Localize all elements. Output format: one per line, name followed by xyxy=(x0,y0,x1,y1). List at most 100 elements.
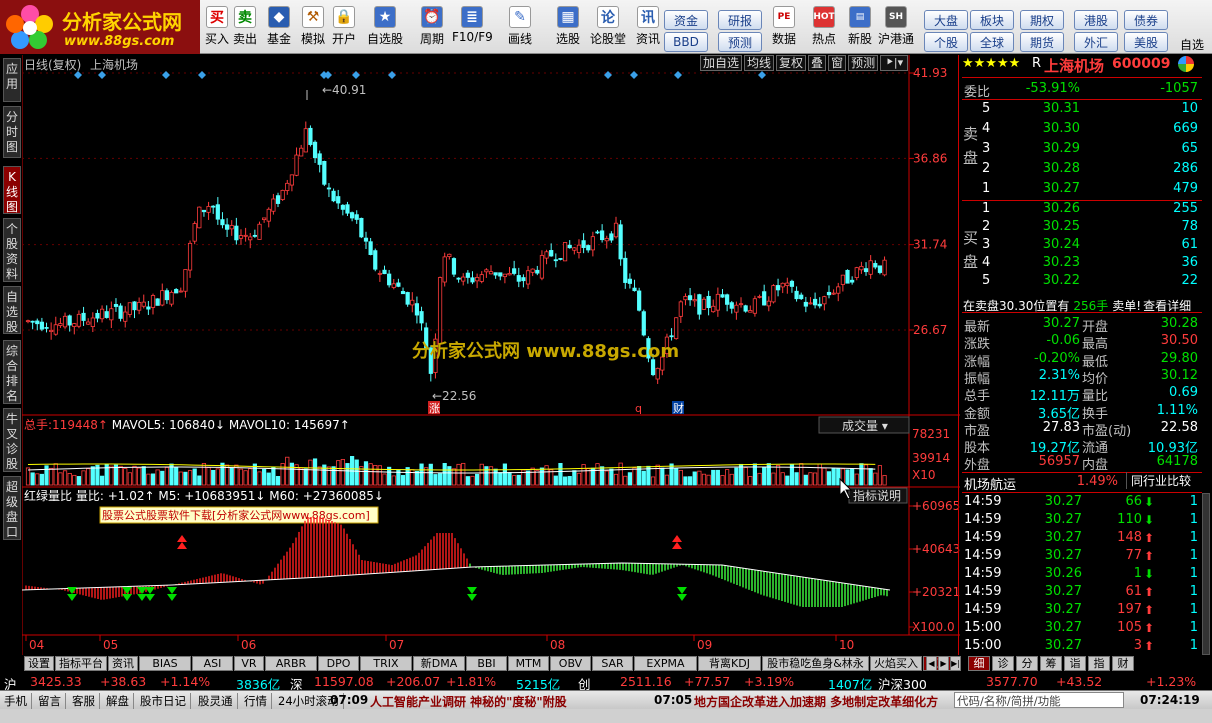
market-pill-3[interactable]: 港股 xyxy=(1074,10,1118,30)
toolbar-shhk-button[interactable]: SH 沪港通 xyxy=(876,4,916,52)
toolbar-screen-button[interactable]: ▦ 选股 xyxy=(548,4,588,52)
toolbar-pill-3[interactable]: 预测 xyxy=(718,32,762,52)
toolbar-pill-0[interactable]: 资金 xyxy=(664,10,708,30)
market-pill-8[interactable]: 外汇 xyxy=(1074,32,1118,52)
shhk-icon: SH xyxy=(885,6,907,28)
chart-btn-5[interactable]: 预测 xyxy=(848,55,879,71)
indicator-tab-6[interactable]: ARBR xyxy=(265,656,317,671)
toolbar-pe-button[interactable]: PE 数据 xyxy=(764,4,804,52)
compare-button[interactable]: 同行业比较 xyxy=(1126,472,1191,489)
indicator-tab-11[interactable]: MTM xyxy=(508,656,549,671)
ticks-scrollbar[interactable] xyxy=(1202,493,1210,655)
market-pill-7[interactable]: 期货 xyxy=(1020,32,1064,52)
indicator-tab-3[interactable]: BIAS xyxy=(139,656,191,671)
notice-detail-link[interactable]: 查看详细 xyxy=(1143,299,1191,313)
indicator-tab-10[interactable]: BBI xyxy=(466,656,507,671)
indicator-tab-4[interactable]: ASI xyxy=(192,656,233,671)
candle-up xyxy=(257,223,262,240)
right-tab-2[interactable]: 分 xyxy=(1016,656,1038,671)
globe-icon[interactable] xyxy=(1178,56,1194,72)
candle-up xyxy=(299,147,304,157)
toolbar-sell-button[interactable]: 卖卖出 xyxy=(230,4,260,52)
toolbar-news-button[interactable]: 讯资讯 xyxy=(628,4,668,52)
left-tab-0[interactable]: 应用 xyxy=(3,58,21,102)
indicator-tab-8[interactable]: TRIX xyxy=(360,656,412,671)
chart-btn-2[interactable]: 复权 xyxy=(776,55,807,71)
quick-link-0[interactable]: 手机 xyxy=(4,693,32,709)
chart-btn-1[interactable]: 均线 xyxy=(744,55,775,71)
toolbar-pill-2[interactable]: 研报 xyxy=(718,10,762,30)
toolbar-star-button[interactable]: ★ 自选股 xyxy=(365,4,405,52)
quick-link-1[interactable]: 留言 xyxy=(38,693,66,709)
toolbar-fund-button[interactable]: ◆ 基金 xyxy=(264,4,294,52)
chart-btn-3[interactable]: 叠 xyxy=(808,55,827,71)
left-tab-5[interactable]: 综合排名 xyxy=(3,340,21,404)
right-tab-1[interactable]: 诊 xyxy=(992,656,1014,671)
indicator-tab-1[interactable]: 指标平台 xyxy=(55,656,107,671)
chart-btn-4[interactable]: 窗 xyxy=(828,55,847,71)
quick-link-3[interactable]: 解盘 xyxy=(106,693,134,709)
indicator-tab-13[interactable]: SAR xyxy=(592,656,633,671)
toolbar-hot-button[interactable]: HOT 热点 xyxy=(804,4,844,52)
right-tab-4[interactable]: 诣 xyxy=(1064,656,1086,671)
toolbar-forum-button[interactable]: 论论股堂 xyxy=(588,4,628,52)
indicator-tab-2[interactable]: 资讯 xyxy=(108,656,138,671)
indicator-tab-16[interactable]: 股市稳吃鱼身&林永 xyxy=(762,656,869,671)
left-tab-7[interactable]: 超级盘口 xyxy=(3,476,21,540)
tabs-prev-icon[interactable]: ◀ xyxy=(926,656,937,671)
chart-menu-icon[interactable]: ⯈|▾ xyxy=(880,55,909,71)
left-tab-4[interactable]: 自选股 xyxy=(3,286,21,334)
market-pill-9[interactable]: 美股 xyxy=(1124,32,1168,52)
left-tab-3[interactable]: 个股资料 xyxy=(3,218,21,282)
low-label: ←22.56 xyxy=(432,389,476,403)
left-tab-1[interactable]: 分时图 xyxy=(3,106,21,158)
toolbar-hammer-button[interactable]: ⚒ 模拟 xyxy=(298,4,328,52)
indicator-tab-5[interactable]: VR xyxy=(234,656,264,671)
right-tab-6[interactable]: 财 xyxy=(1112,656,1134,671)
indicator-tab-15[interactable]: 背离KDJ xyxy=(698,656,761,671)
search-input[interactable]: 代码/名称/简拼/功能 xyxy=(954,692,1124,708)
candle-up xyxy=(882,259,887,276)
quick-link-4[interactable]: 股市日记 xyxy=(140,693,191,709)
left-tab-6[interactable]: 牛叉诊股 xyxy=(3,408,21,472)
market-pill-0[interactable]: 大盘 xyxy=(924,10,968,30)
indicator-tab-12[interactable]: OBV xyxy=(550,656,591,671)
toolbar-buy-button[interactable]: 买买入 xyxy=(202,4,232,52)
toolbar-f10-button[interactable]: ≣ F10/F9 xyxy=(452,4,493,52)
toolbar-clock-button[interactable]: ⏰ 周期 xyxy=(412,4,452,52)
toolbar-newstock-button[interactable]: ▤ 新股 xyxy=(840,4,880,52)
right-tab-3[interactable]: 筹 xyxy=(1040,656,1062,671)
market-pill-6[interactable]: 全球 xyxy=(970,32,1014,52)
market-pill-4[interactable]: 债券 xyxy=(1124,10,1168,30)
toolbar-label: 画线 xyxy=(507,32,532,46)
quick-link-6[interactable]: 行情 xyxy=(244,693,272,709)
indicator-tab-7[interactable]: DPO xyxy=(318,656,359,671)
indicator-tab-14[interactable]: EXPMA xyxy=(634,656,697,671)
volume-bar xyxy=(118,465,123,486)
right-tab-5[interactable]: 指 xyxy=(1088,656,1110,671)
candle-up xyxy=(868,260,873,275)
indicator-tab-0[interactable]: 设置 xyxy=(24,656,54,671)
volume-bar xyxy=(340,459,345,486)
market-pill-5[interactable]: 个股 xyxy=(924,32,968,52)
news-headline-1[interactable]: 人工智能产业调研 神秘的"度秘"附股 xyxy=(370,693,567,710)
market-pill-1[interactable]: 板块 xyxy=(970,10,1014,30)
kline-chart[interactable]: 41.93 36.86 31.74 26.67 ←40.91 ←22.56 分析家公式网 w… xyxy=(22,55,960,655)
volume-bar xyxy=(137,467,142,486)
tabs-next-icon[interactable]: ▶ xyxy=(938,656,949,671)
market-pill-2[interactable]: 期权 xyxy=(1020,10,1064,30)
news-headline-2[interactable]: 地方国企改革进入加速期 多地制定改革细化方 xyxy=(694,693,950,710)
indicator-tab-9[interactable]: 新DMA xyxy=(413,656,465,671)
toolbar-pill-1[interactable]: BBD xyxy=(664,32,708,52)
quick-link-2[interactable]: 客服 xyxy=(72,693,100,709)
right-tab-0[interactable]: 细 xyxy=(968,656,990,671)
tabs-end-icon[interactable]: ▶| xyxy=(950,656,961,671)
chart-btn-0[interactable]: 加自选 xyxy=(700,55,743,71)
indicator-tab-17[interactable]: 火焰买入 xyxy=(870,656,922,671)
left-tab-2[interactable]: K线图 xyxy=(3,166,21,214)
toolbar-lock-button[interactable]: 🔒 开户 xyxy=(329,4,359,52)
toolbar-pen-button[interactable]: ✎ 画线 xyxy=(500,4,540,52)
custom-button[interactable]: 自选 xyxy=(1180,36,1204,53)
quick-link-5[interactable]: 股灵通 xyxy=(198,693,238,709)
big-order-notice[interactable]: 在卖盘30.30位置有 256手 卖单! 查看详细 xyxy=(963,297,1191,314)
